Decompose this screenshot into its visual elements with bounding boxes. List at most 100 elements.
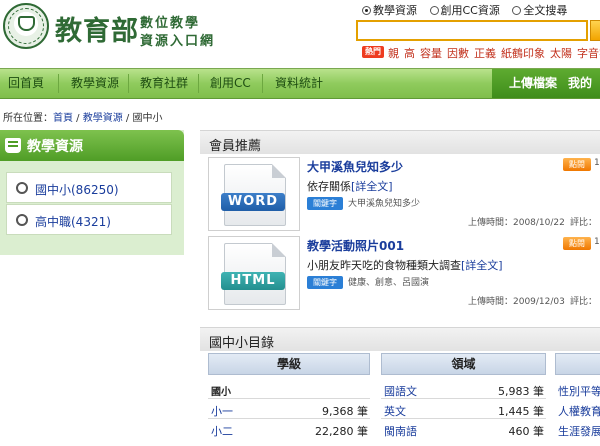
nav-creative-commons[interactable]: 創用CC	[210, 69, 251, 98]
site-logo-text[interactable]: 教育部	[55, 9, 139, 48]
nav-divider	[128, 74, 129, 93]
row-divider	[208, 398, 370, 399]
grade-link[interactable]: 小二	[211, 423, 233, 439]
views-count: 1	[594, 158, 600, 168]
topic-link[interactable]: 生涯發展	[558, 423, 600, 439]
nav-divider	[262, 74, 263, 93]
rating-label: 評比：	[570, 218, 598, 228]
nav-home[interactable]: 回首頁	[8, 69, 44, 98]
ministry-seal-logo[interactable]	[3, 3, 49, 49]
resource-thumbnail[interactable]: WORD	[208, 157, 300, 231]
main-navbar: 回首頁 教學資源 教育社群 創用CC 資料統計 上傳檔案 我的收	[0, 68, 600, 119]
book-icon	[5, 138, 21, 153]
breadcrumb: 所在位置：首頁 / 教學資源 / 國中小	[3, 113, 163, 124]
domain-count: 1,445 筆	[498, 405, 544, 418]
site-subtitle-line2: 資源入口網	[140, 34, 216, 49]
resource-keywords: 大甲溪魚兒知多少	[348, 199, 421, 209]
grade-link[interactable]: 小一	[211, 403, 233, 419]
section-title: 國中小目錄	[209, 336, 275, 351]
sidebar-header: 教學資源	[0, 130, 184, 161]
domain-link[interactable]: 英文	[384, 403, 406, 419]
nav-divider	[198, 74, 199, 93]
hot-keyword-link[interactable]: 紙鶴印象	[501, 47, 545, 60]
scope-option-resources[interactable]: 教學資源	[362, 2, 417, 18]
topic-column-header	[555, 353, 600, 375]
hot-keyword-link[interactable]: 字音字形	[577, 47, 600, 60]
radio-icon[interactable]	[429, 6, 439, 15]
circle-bullet-icon	[16, 182, 28, 194]
sidebar-title: 教學資源	[27, 139, 83, 155]
resource-thumbnail[interactable]: HTML	[208, 236, 300, 310]
sidebar-item-senior[interactable]: 高中職(4321)	[6, 204, 172, 235]
keyword-badge: 關鍵字	[307, 197, 343, 210]
hot-keywords-badge: 熱門	[362, 46, 384, 58]
scope-option-fulltext[interactable]: 全文搜尋	[512, 2, 567, 18]
nav-statistics[interactable]: 資料統計	[275, 69, 323, 98]
domain-column-header: 領域	[381, 353, 546, 375]
domain-count: 5,983 筆	[498, 385, 544, 398]
upload-date: 上傳時間：2008/10/22	[468, 218, 565, 228]
search-input[interactable]	[356, 20, 588, 41]
hot-keyword-link[interactable]: 容量	[420, 47, 442, 60]
circle-bullet-icon	[16, 214, 28, 226]
read-more-link[interactable]: [詳全文]	[351, 180, 393, 193]
topic-link[interactable]: 人權教育	[558, 403, 600, 419]
domain-link[interactable]: 國語文	[384, 383, 417, 399]
row-divider	[208, 418, 370, 419]
read-more-link[interactable]: [詳全文]	[461, 259, 503, 272]
resource-description: 小朋友昨天吃的食物種類大調查[詳全文]	[307, 259, 503, 272]
grade-count: 9,368 筆	[322, 405, 368, 418]
word-file-icon: WORD	[221, 164, 286, 226]
views-count: 1	[594, 237, 600, 247]
section-title: 會員推薦	[209, 139, 262, 154]
catalog-header: 國中小目錄	[200, 327, 600, 351]
site-header: 教育部 數位教學 資源入口網 教學資源 創用CC資源 全文搜尋 熱門 親高容量因…	[0, 0, 600, 68]
resource-title-link[interactable]: 教學活動照片001	[307, 237, 404, 254]
hot-keywords-list: 親高容量因數正義紙鶴印象太陽字音字形	[388, 45, 600, 61]
sidebar-item-label[interactable]: 高中職(4321)	[35, 213, 111, 230]
member-recommend-header: 會員推薦	[200, 130, 600, 154]
sidebar-item-junior[interactable]: 國中小(86250)	[6, 172, 172, 203]
radio-icon[interactable]	[362, 6, 371, 15]
nav-education-community[interactable]: 教育社群	[140, 69, 188, 98]
hot-keyword-link[interactable]: 因數	[447, 47, 469, 60]
keyword-badge: 關鍵字	[307, 276, 343, 289]
site-subtitle-line1: 數位教學	[140, 16, 201, 31]
nav-divider	[58, 74, 59, 93]
topic-link[interactable]: 性別平等	[558, 383, 600, 399]
row-divider	[381, 398, 546, 399]
resource-sidebar: 教學資源 國中小(86250) 高中職(4321)	[0, 130, 184, 255]
sidebar-item-label[interactable]: 國中小(86250)	[35, 181, 119, 198]
nav-user-area: 上傳檔案 我的收	[492, 69, 600, 119]
upload-date: 上傳時間：2009/12/03	[468, 297, 565, 307]
rating-label: 評比：	[570, 297, 598, 307]
search-scope-options: 教學資源 創用CC資源 全文搜尋	[362, 2, 576, 18]
domain-link[interactable]: 閩南語	[384, 423, 417, 439]
breadcrumb-home[interactable]: 首頁	[53, 113, 73, 124]
upload-file-link[interactable]: 上傳檔案	[509, 69, 557, 98]
resource-title-link[interactable]: 大甲溪魚兒知多少	[307, 158, 403, 175]
my-collection-link[interactable]: 我的收	[568, 69, 600, 119]
resource-description: 依存關係[詳全文]	[307, 180, 393, 193]
nav-teaching-resources[interactable]: 教學資源	[71, 69, 119, 98]
search-button[interactable]	[590, 20, 600, 41]
hot-keyword-link[interactable]: 親	[388, 47, 399, 60]
radio-icon[interactable]	[512, 6, 522, 15]
row-divider	[381, 418, 546, 419]
domain-count: 460 筆	[508, 425, 545, 438]
html-file-icon: HTML	[221, 243, 286, 305]
resource-keywords: 健康、創意、呂國演	[348, 278, 430, 288]
scope-option-cc[interactable]: 創用CC資源	[429, 2, 500, 18]
resource-card: HTML 教學活動照片001 小朋友昨天吃的食物種類大調查[詳全文] 關鍵字 健…	[208, 236, 600, 310]
breadcrumb-current: 國中小	[132, 113, 163, 124]
breadcrumb-resources[interactable]: 教學資源	[83, 113, 123, 124]
grade-column-header: 學級	[208, 353, 370, 375]
views-badge: 點閱	[563, 237, 591, 250]
grade-count: 22,280 筆	[315, 425, 368, 438]
resource-card: WORD 大甲溪魚兒知多少 依存關係[詳全文] 關鍵字 大甲溪魚兒知多少 上傳時…	[208, 157, 600, 231]
grade-group-label: 國小	[211, 387, 231, 398]
hot-keyword-link[interactable]: 太陽	[550, 47, 572, 60]
views-badge: 點閱	[563, 158, 591, 171]
hot-keyword-link[interactable]: 正義	[474, 47, 496, 60]
hot-keyword-link[interactable]: 高	[404, 47, 415, 60]
